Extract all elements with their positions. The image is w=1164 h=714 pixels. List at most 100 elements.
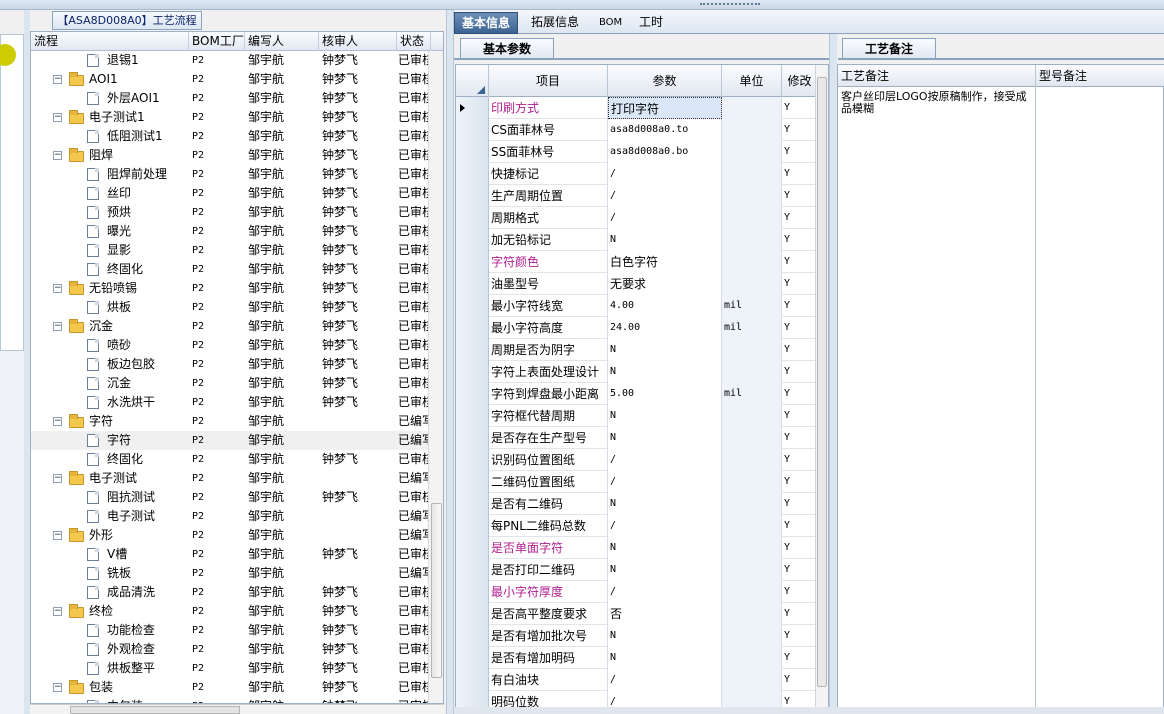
top-splitter[interactable] [0,0,1164,10]
row-selector[interactable] [456,669,489,691]
collapse-toggle-icon[interactable]: − [53,474,62,483]
main-splitter[interactable] [446,10,454,714]
row-selector[interactable] [456,229,489,251]
param-row[interactable]: 二维码位置图纸 / Y [456,471,828,493]
tree-row[interactable]: 低阻测试1 P2 邹宇航 钟梦飞 已审核 [31,127,443,146]
tab-bom[interactable]: BOM [592,12,629,34]
param-row[interactable]: 有白油块 / Y [456,669,828,691]
tree-row[interactable]: 烘板 P2 邹宇航 钟梦飞 已审核 [31,298,443,317]
collapse-toggle-icon[interactable]: − [53,113,62,122]
tree-row[interactable]: − 字符 P2 邹宇航 已编写 [31,412,443,431]
params-vertical-scrollbar[interactable] [815,65,828,713]
tree-row[interactable]: − 外形 P2 邹宇航 已编写 [31,526,443,545]
param-row[interactable]: CS面菲林号 asa8d008a0.to Y [456,119,828,141]
collapse-toggle-icon[interactable]: − [53,417,62,426]
tree-row[interactable]: 铣板 P2 邹宇航 已编写 [31,564,443,583]
param-cell-value[interactable]: N [608,427,722,449]
tree-row[interactable]: − 沉金 P2 邹宇航 钟梦飞 已审核 [31,317,443,336]
row-selector[interactable] [456,383,489,405]
collapse-toggle-icon[interactable]: − [53,683,62,692]
param-row[interactable]: 最小字符高度 24.00 mil Y [456,317,828,339]
row-selector[interactable] [456,603,489,625]
tree-col-header[interactable]: BOM工厂 [189,32,245,51]
row-selector[interactable] [456,317,489,339]
param-cell-value[interactable]: N [608,361,722,383]
param-cell-value[interactable]: 打印字符 [608,97,722,119]
param-cell-value[interactable]: N [608,229,722,251]
param-cell-value[interactable]: / [608,185,722,207]
tree-hscroll-thumb[interactable] [70,706,240,714]
collapse-toggle-icon[interactable]: − [53,322,62,331]
param-row[interactable]: 是否高平整度要求否 Y [456,603,828,625]
tab-extended-info[interactable]: 拓展信息 [524,12,586,34]
tree-col-header[interactable]: 核审人 [319,32,397,51]
row-selector[interactable] [456,405,489,427]
row-selector[interactable] [456,625,489,647]
tree-row[interactable]: 烘板整平 P2 邹宇航 钟梦飞 已审核 [31,659,443,678]
tab-basic-info[interactable]: 基本信息 [454,12,519,34]
param-cell-value[interactable]: 4.00 [608,295,722,317]
param-row[interactable]: 每PNL二维码总数 / Y [456,515,828,537]
param-row[interactable]: 生产周期位置 / Y [456,185,828,207]
param-row[interactable]: 快捷标记 / Y [456,163,828,185]
params-scroll-thumb[interactable] [817,77,827,687]
param-cell-value[interactable]: 白色字符 [608,251,722,273]
row-selector[interactable] [456,207,489,229]
tree-row[interactable]: 预烘 P2 邹宇航 钟梦飞 已审核 [31,203,443,222]
tree-row[interactable]: − AOI1 P2 邹宇航 钟梦飞 已审核 [31,70,443,89]
param-cell-value[interactable]: N [608,405,722,427]
tree-row[interactable]: 功能检查 P2 邹宇航 钟梦飞 已审核 [31,621,443,640]
param-row[interactable]: 印刷方式 打印字符 Y [456,97,828,119]
tree-col-header[interactable]: 状态 [397,32,431,51]
tree-row[interactable]: − 终检 P2 邹宇航 钟梦飞 已审核 [31,602,443,621]
process-note-text[interactable]: 客户丝印层LOGO按原稿制作，接受成品模糊 [841,91,1033,115]
param-cell-value[interactable]: / [608,163,722,185]
param-cell-value[interactable]: asa8d008a0.bo [608,141,722,163]
row-selector[interactable] [456,163,489,185]
tree-row[interactable]: 成品清洗 P2 邹宇航 钟梦飞 已审核 [31,583,443,602]
tree-row[interactable]: 字符 P2 邹宇航 已编写 [31,431,443,450]
tree-row[interactable]: 沉金 P2 邹宇航 钟梦飞 已审核 [31,374,443,393]
row-selector[interactable] [456,647,489,669]
param-row[interactable]: 字符到焊盘最小距离 5.00 mil Y [456,383,828,405]
tree-row[interactable]: 内包装P2 邹宇航钟梦飞已审核 [31,697,443,703]
tree-row[interactable]: 电子测试 P2 邹宇航 已编写 [31,507,443,526]
tree-col-header[interactable]: 编写人 [245,32,319,51]
row-selector[interactable] [456,251,489,273]
param-row[interactable]: 最小字符线宽 4.00 mil Y [456,295,828,317]
tree-scroll-thumb[interactable] [431,503,442,678]
param-row[interactable]: 识别码位置图纸 / Y [456,449,828,471]
tree-row[interactable]: 水洗烘干 P2 邹宇航 钟梦飞 已审核 [31,393,443,412]
tree-row[interactable]: − 包装 P2 邹宇航 钟梦飞 已审核 [31,678,443,697]
row-selector[interactable] [456,119,489,141]
row-selector[interactable] [456,493,489,515]
row-selector[interactable] [456,185,489,207]
row-selector[interactable] [456,141,489,163]
param-cell-value[interactable]: N [608,647,722,669]
param-row[interactable]: 是否单面字符 N Y [456,537,828,559]
row-selector[interactable] [456,471,489,493]
collapse-toggle-icon[interactable]: − [53,607,62,616]
row-selector[interactable] [456,273,489,295]
param-row[interactable]: 字符颜色 白色字符 Y [456,251,828,273]
tree-row[interactable]: − 电子测试1 P2 邹宇航 钟梦飞 已审核 [31,108,443,127]
tree-row[interactable]: 阻焊前处理 P2 邹宇航 钟梦飞 已审核 [31,165,443,184]
param-cell-value[interactable]: N [608,625,722,647]
row-selector[interactable] [456,537,489,559]
grid-col-header[interactable]: 修改 [782,65,818,97]
param-row[interactable]: 油墨型号 无要求 Y [456,273,828,295]
param-cell-value[interactable]: N [608,559,722,581]
params-grid[interactable]: 项目 参数 单位 修改 印刷方式 打印字符 Y CS面菲林号 asa8d008a0.to Y SS… [455,64,829,714]
tree-vertical-scrollbar[interactable] [428,51,443,703]
param-cell-value[interactable]: / [608,581,722,603]
grid-col-header[interactable]: 参数 [608,65,722,97]
param-cell-value[interactable]: 24.00 [608,317,722,339]
collapse-toggle-icon[interactable]: − [53,284,62,293]
param-row[interactable]: SS面菲林号 asa8d008a0.bo Y [456,141,828,163]
process-tree[interactable]: 流程 BOM工厂 编写人 核审人 状态 退锡1 P2 邹宇航 钟梦飞 已审核 − AOI1 P2 邹宇航… [30,31,444,704]
row-selector[interactable] [456,581,489,603]
row-selector[interactable] [456,97,489,119]
tree-row[interactable]: − 无铅喷锡 P2 邹宇航 钟梦飞 已审核 [31,279,443,298]
param-row[interactable]: 最小字符厚度 / Y [456,581,828,603]
param-cell-value[interactable]: asa8d008a0.to [608,119,722,141]
